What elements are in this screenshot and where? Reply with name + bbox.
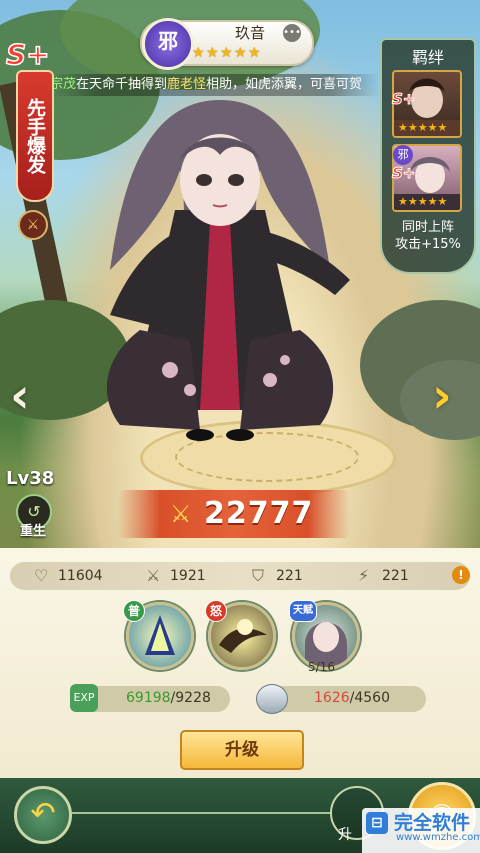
stat-attack: 1921 [170, 568, 206, 584]
lightning-shield-icon: ⚡ [358, 566, 370, 585]
broadcast-ticker: 宗茂在天命千抽得到鹿老怪相助，如虎添翼，可喜可贺 [50, 74, 380, 96]
watermark-text: 完全软件 [394, 812, 471, 834]
exp-book-icon: EXP [70, 684, 98, 712]
talent-badge: 天赋 [289, 600, 317, 622]
ore-amount: 1626/4560 [314, 690, 390, 706]
ticker-highlight: 鹿老怪 [167, 77, 207, 92]
shield-icon: ⛉ [252, 566, 265, 585]
mid-action-label[interactable]: 升 [338, 824, 352, 844]
star-icon: ★ [220, 45, 233, 61]
normal-skill-badge: 普 [123, 600, 145, 622]
ticker-text: 在天命千抽得到 [76, 77, 168, 92]
sword-icon: ⚔ [146, 566, 161, 585]
hero-figure[interactable] [80, 80, 360, 450]
exp-current: 69198 [126, 690, 171, 706]
bond-card-stars: ★★★★★ [398, 195, 448, 208]
role-banner: 先手爆发 [16, 70, 54, 202]
silver-ore-icon [256, 684, 288, 714]
rage-skill-badge: 怒 [205, 600, 227, 622]
ore-required: /4560 [349, 690, 390, 706]
stat-hp: 11604 [58, 568, 103, 584]
stat-defense: 221 [276, 568, 303, 584]
crossed-swords-icon: ⚔ [170, 500, 192, 528]
bottom-divider [72, 812, 332, 814]
talent-progress: 5/16 [308, 660, 335, 674]
hero-grade: S+ [5, 37, 50, 72]
sword-emblem-icon: ⚔ [18, 210, 48, 240]
exp-required: /9228 [170, 690, 211, 706]
bond-card-grade: S+ [391, 90, 416, 109]
star-icon: ★ [206, 45, 219, 61]
upgrade-button[interactable]: 升级 [180, 730, 304, 770]
rebirth-label[interactable]: 重生 [12, 520, 54, 539]
bond-card-grade: S+ [391, 164, 416, 183]
stat-speed: 221 [382, 568, 409, 584]
bond-condition-line: 同时上阵 [401, 220, 454, 235]
star-icon: ★ [248, 45, 261, 61]
star-icon: ★ [192, 45, 205, 61]
bond-card-faction: 邪 [393, 145, 413, 165]
next-hero-arrow-icon[interactable]: › [432, 368, 452, 424]
back-arrow-icon[interactable]: ↶ [14, 786, 72, 844]
combat-power: 22777 [204, 496, 314, 531]
watermark-sub: www.wmzhe.com [396, 832, 480, 843]
hero-stars: ★★★★★ [192, 42, 282, 61]
heart-icon: ♡ [34, 566, 49, 585]
faction-badge: 邪 [142, 18, 194, 70]
bond-card-stars: ★★★★★ [398, 121, 448, 134]
bond-title: 羁绊 [411, 48, 444, 67]
stat-info-icon[interactable]: ! [452, 566, 470, 584]
prev-hero-arrow-icon[interactable]: ‹ [10, 368, 30, 424]
hero-level: Lv38 [6, 468, 55, 489]
watermark-logo-icon: ⊟ [366, 812, 388, 834]
bond-condition: 同时上阵 攻击+15% [380, 219, 476, 253]
ore-current: 1626 [314, 690, 350, 706]
star-icon: ★ [234, 45, 247, 61]
exp-amount: 69198/9228 [126, 690, 211, 706]
ticker-text: 相助，如虎添翼，可喜可贺 [206, 77, 363, 92]
bond-effect: 攻击+15% [395, 237, 461, 252]
chat-bubble-icon[interactable]: ••• [283, 24, 301, 42]
